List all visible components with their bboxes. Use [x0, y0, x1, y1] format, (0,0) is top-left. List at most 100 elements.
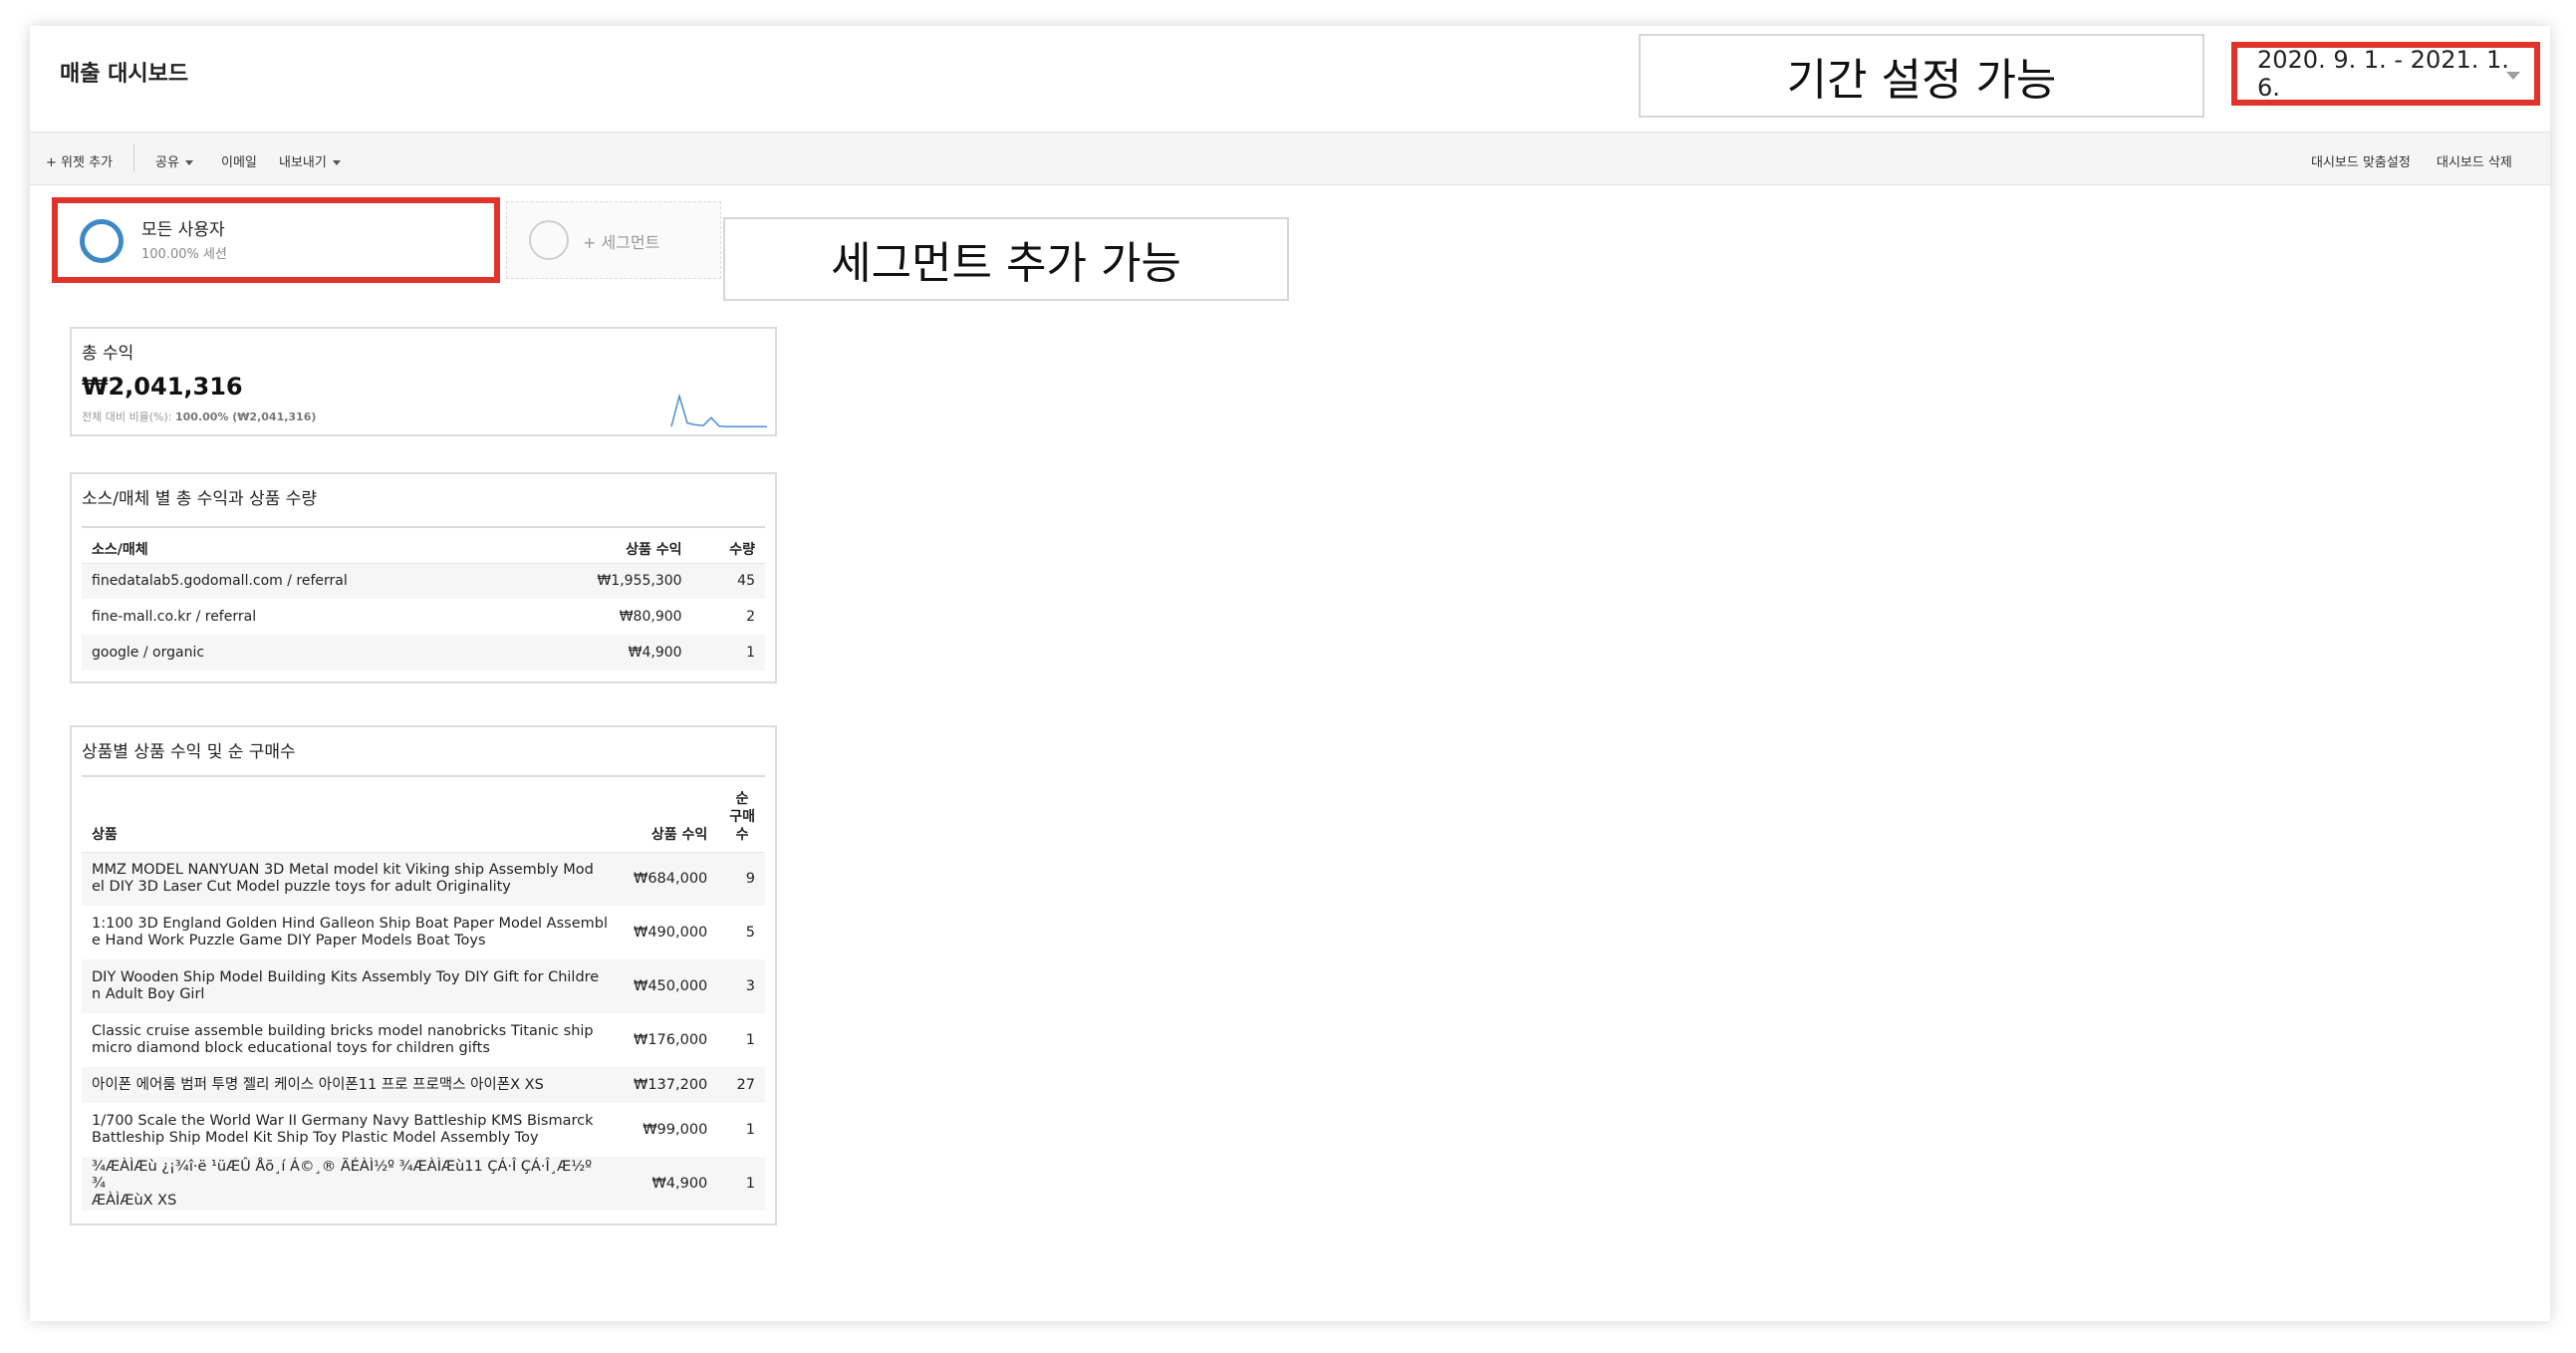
widget-title: 총 수익 [82, 344, 134, 364]
purchases-cell: 1 [745, 1031, 755, 1048]
export-button[interactable]: 내보내기 [279, 151, 341, 170]
product-name-line1: ¾ÆÀÌÆù ¿¡¾î·ë ¹üÆÛ Åõ¸í Á©¸® ÄÉÀÌ½º ¾ÆÀÌ… [92, 1158, 593, 1192]
source-medium-table: 소스/매체 상품 수익 수량 finedatalab5.godomall.com… [82, 526, 765, 671]
col-header-revenue: 상품 수익 [620, 775, 718, 853]
revenue-cell: ₩80,900 [619, 609, 682, 625]
product-name-line1: DIY Wooden Ship Model Building Kits Asse… [92, 969, 600, 985]
product-name-line2: ÆÀÌÆùX XS [92, 1192, 177, 1209]
revenue-cell: ₩176,000 [633, 1031, 708, 1048]
quantity-cell: 45 [691, 563, 765, 599]
revenue-ratio: 전체 대비 비율(%): 100.00% (₩2,041,316) [82, 408, 316, 424]
product-cell: MMZ MODEL NANYUAN 3D Metal model kit Vik… [82, 852, 620, 906]
product-cell: 1:100 3D England Golden Hind Galleon Shi… [82, 906, 620, 959]
product-name-line2: el DIY 3D Laser Cut Model puzzle toys fo… [92, 879, 511, 896]
table-row: MMZ MODEL NANYUAN 3D Metal model kit Vik… [82, 852, 765, 906]
table-row: 1:100 3D England Golden Hind Galleon Shi… [82, 906, 765, 959]
product-name-line1: 1:100 3D England Golden Hind Galleon Shi… [92, 916, 608, 932]
product-table: 상품 상품 수익 순 구매 수 MMZ MODEL NANYUAN 3D Met… [82, 775, 765, 1211]
table-row: 아이폰 에어룸 범퍼 투명 젤리 케이스 아이폰11 프로 프로맥스 아이폰X … [82, 1067, 765, 1103]
email-button[interactable]: 이메일 [221, 151, 257, 170]
product-cell: DIY Wooden Ship Model Building Kits Asse… [82, 959, 620, 1013]
col-header-quantity: 수량 [691, 526, 765, 564]
product-name-line2: Battleship Ship Model Kit Ship Toy Plast… [92, 1130, 539, 1146]
product-name-line2: n Adult Boy Girl [92, 986, 205, 1002]
add-segment-button[interactable]: + 세그먼트 [506, 201, 721, 279]
source-cell: finedatalab5.godomall.com / referral [82, 563, 524, 599]
segment-sessions: 100.00% 세션 [141, 247, 227, 262]
revenue-sparkline [670, 393, 767, 427]
delete-dashboard-button[interactable]: 대시보드 삭제 [2437, 151, 2512, 170]
purchases-cell: 3 [717, 959, 765, 1013]
col-header-product: 상품 [82, 775, 620, 853]
add-segment-label: + 세그먼트 [583, 233, 660, 252]
table-row: DIY Wooden Ship Model Building Kits Asse… [82, 959, 765, 1013]
ratio-label: 전체 대비 비율(%): [82, 410, 172, 423]
product-name-line1: 1/700 Scale the World War II Germany Nav… [92, 1113, 594, 1129]
page-title: 매출 대시보드 [60, 62, 189, 87]
purchases-cell: 1 [717, 1157, 765, 1211]
segment-circle-icon [80, 219, 124, 263]
purchases-cell: 1 [745, 1121, 755, 1138]
revenue-cell: ₩99,000 [643, 1121, 708, 1138]
table-row: google / organic ₩4,900 1 [82, 635, 765, 671]
source-cell: fine-mall.co.kr / referral [92, 609, 257, 625]
ratio-value: 100.00% (₩2,041,316) [174, 410, 317, 423]
share-label: 공유 [155, 155, 179, 170]
sparkline-line [670, 393, 767, 427]
product-cell: 아이폰 에어룸 범퍼 투명 젤리 케이스 아이폰11 프로 프로맥스 아이폰X … [82, 1067, 620, 1103]
segment-all-users[interactable]: 모든 사용자 100.00% 세션 [52, 197, 500, 283]
caret-down-icon [184, 160, 193, 165]
widget-title: 소스/매체 별 총 수익과 상품 수량 [82, 489, 318, 509]
dashboard-window: 매출 대시보드 기간 설정 가능 2020. 9. 1. - 2021. 1. … [30, 26, 2550, 1321]
revenue-cell: ₩4,900 [620, 1157, 718, 1211]
product-name-line1: Classic cruise assemble building bricks … [92, 1023, 594, 1039]
purchases-header-stack: 순 구매 수 [729, 790, 755, 844]
date-range-picker[interactable]: 2020. 9. 1. - 2021. 1. 6. [2231, 42, 2540, 106]
product-name-line2: micro diamond block educational toys for… [92, 1040, 490, 1056]
col-header-source: 소스/매체 [82, 526, 524, 564]
widget-title: 상품별 상품 수익 및 순 구매수 [82, 742, 296, 762]
source-medium-widget: 소스/매체 별 총 수익과 상품 수량 소스/매체 상품 수익 수량 fined… [70, 472, 777, 683]
add-widget-button[interactable]: + 위젯 추가 [46, 151, 113, 170]
product-cell: ¾ÆÀÌÆù ¿¡¾î·ë ¹üÆÛ Åõ¸í Á©¸® ÄÉÀÌ½º ¾ÆÀÌ… [82, 1157, 620, 1211]
purchases-header-line1: 순 [735, 790, 749, 807]
share-button[interactable]: 공유 [155, 151, 193, 170]
quantity-cell: 2 [746, 609, 755, 625]
total-revenue-widget: 총 수익 ₩2,041,316 전체 대비 비율(%): 100.00% (₩2… [70, 327, 777, 436]
revenue-cell: ₩137,200 [620, 1067, 718, 1103]
export-label: 내보내기 [279, 155, 327, 170]
dashboard-header: 매출 대시보드 기간 설정 가능 2020. 9. 1. - 2021. 1. … [30, 26, 2550, 132]
purchases-cell: 5 [745, 924, 755, 941]
revenue-cell: ₩684,000 [620, 852, 718, 906]
table-row: Classic cruise assemble building bricks … [82, 1013, 765, 1067]
product-cell: Classic cruise assemble building bricks … [82, 1013, 620, 1067]
segment-annotation: 세그먼트 추가 가능 [723, 217, 1289, 301]
toolbar-divider [133, 144, 134, 172]
table-row: finedatalab5.godomall.com / referral ₩1,… [82, 563, 765, 599]
col-header-purchases: 순 구매 수 [717, 775, 765, 853]
quantity-cell: 1 [691, 635, 765, 671]
revenue-cell: ₩450,000 [620, 959, 718, 1013]
dashboard-toolbar: + 위젯 추가 공유 이메일 내보내기 대시보드 맞춤설정 대시보드 삭제 [30, 132, 2550, 185]
total-revenue-value: ₩2,041,316 [82, 373, 243, 401]
caret-down-icon [332, 160, 341, 165]
product-cell: 1/700 Scale the World War II Germany Nav… [82, 1103, 620, 1157]
period-annotation: 기간 설정 가능 [1639, 34, 2204, 118]
table-row: fine-mall.co.kr / referral ₩80,900 2 [82, 599, 765, 635]
customize-dashboard-button[interactable]: 대시보드 맞춤설정 [2311, 151, 2411, 170]
table-row: ¾ÆÀÌÆù ¿¡¾î·ë ¹üÆÛ Åõ¸í Á©¸® ÄÉÀÌ½º ¾ÆÀÌ… [82, 1157, 765, 1211]
purchases-header-line2: 구매 [729, 808, 755, 825]
empty-circle-icon [529, 220, 569, 260]
product-name-line2: e Hand Work Puzzle Game DIY Paper Models… [92, 933, 486, 948]
source-cell: google / organic [82, 635, 524, 671]
revenue-cell: ₩1,955,300 [523, 563, 692, 599]
purchases-cell: 27 [717, 1067, 765, 1103]
product-name-line1: MMZ MODEL NANYUAN 3D Metal model kit Vik… [92, 862, 594, 879]
revenue-cell: ₩490,000 [633, 924, 708, 941]
purchases-header-line3: 수 [735, 826, 749, 843]
purchases-cell: 9 [717, 852, 765, 906]
segment-name: 모든 사용자 [141, 220, 225, 240]
col-header-revenue: 상품 수익 [523, 526, 692, 564]
revenue-cell: ₩4,900 [523, 635, 692, 671]
date-range-label: 2020. 9. 1. - 2021. 1. 6. [2257, 46, 2509, 102]
